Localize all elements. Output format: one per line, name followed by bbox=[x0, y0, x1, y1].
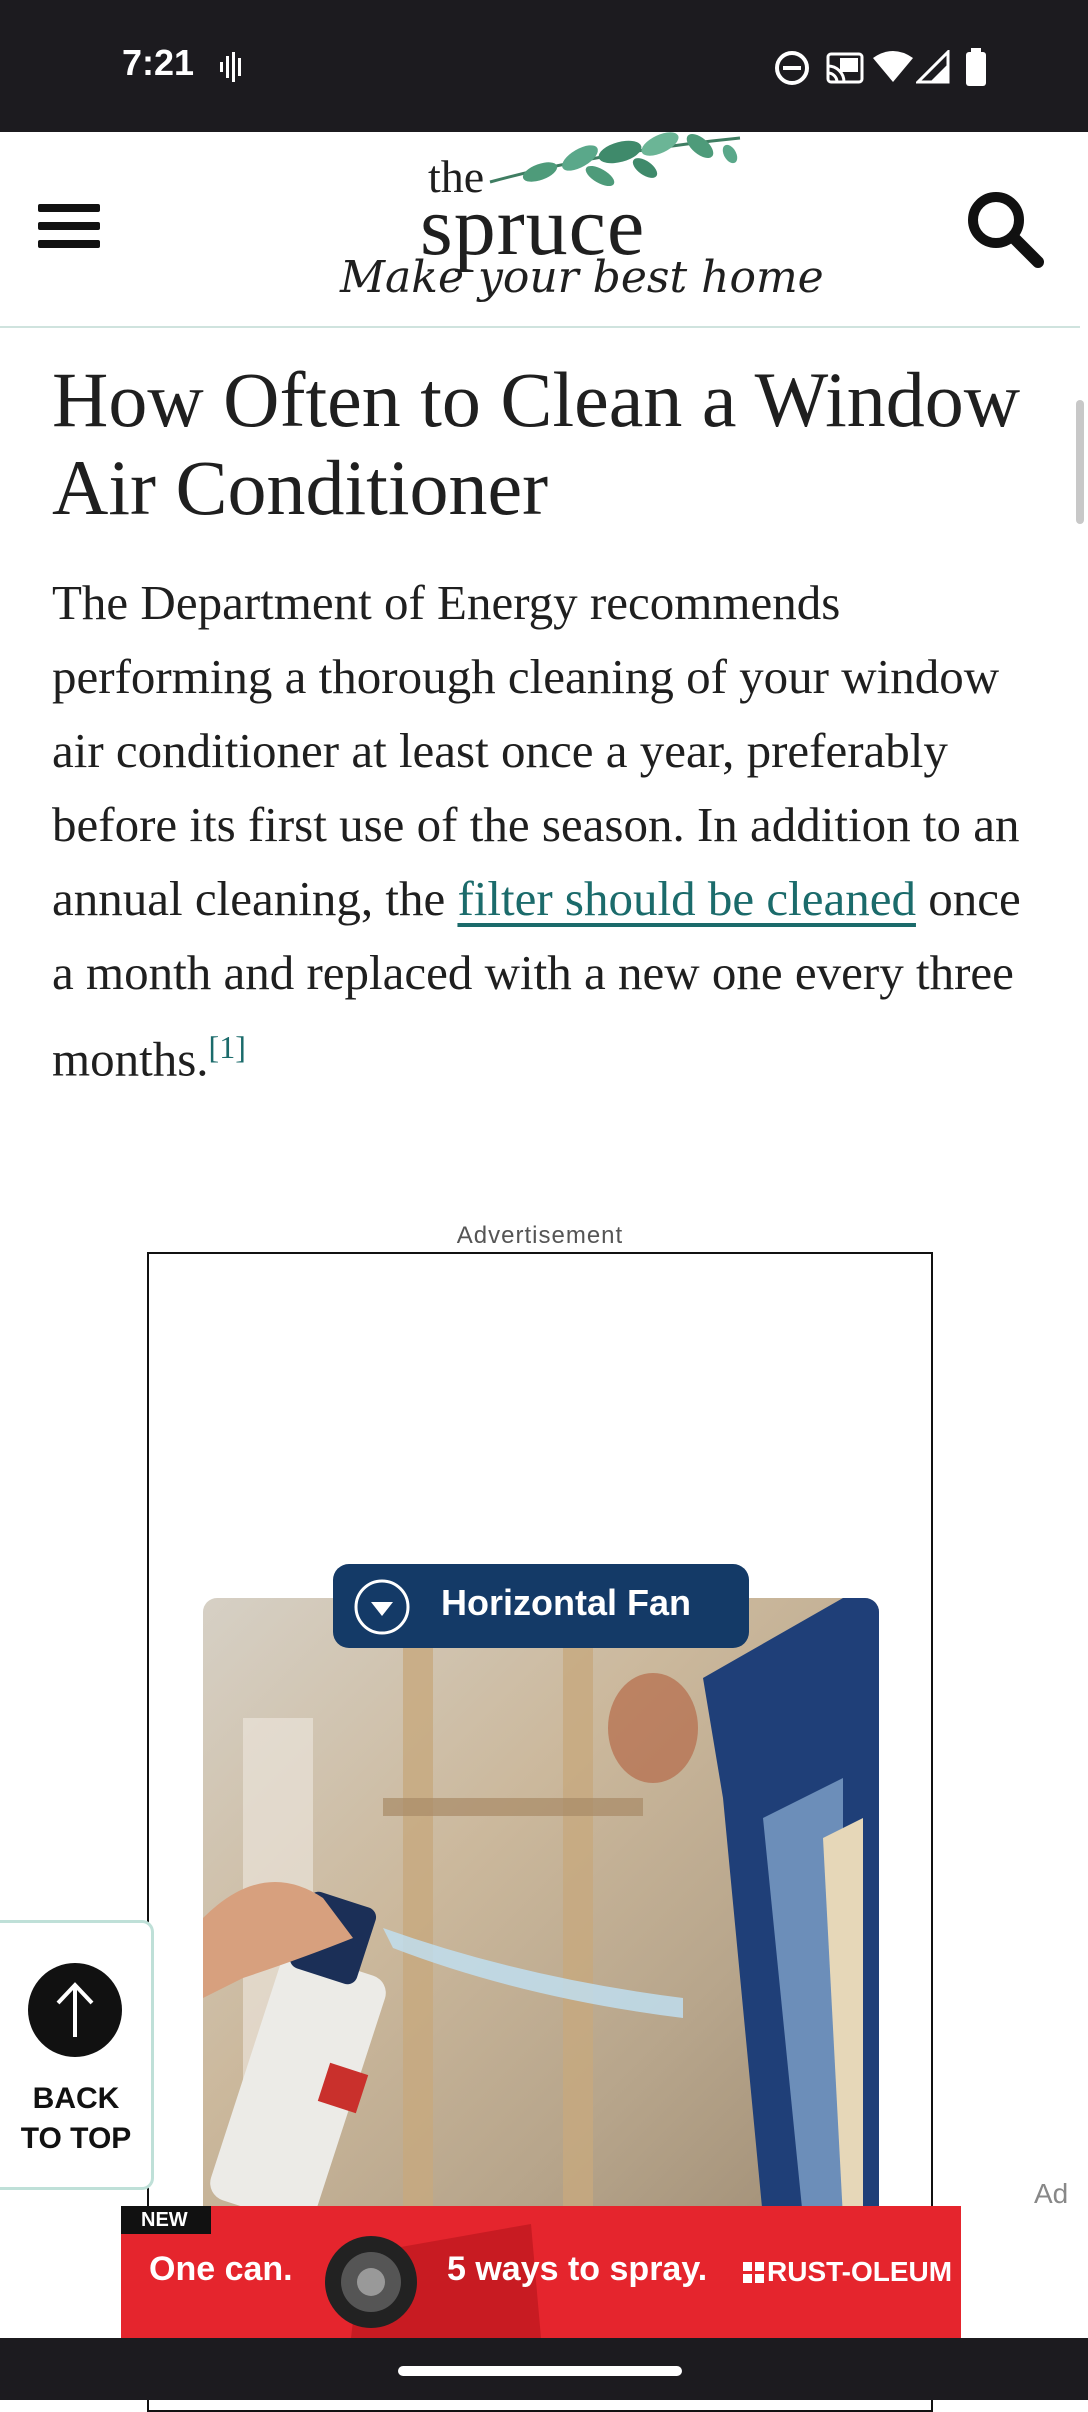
banner-new-badge: NEW bbox=[121, 2206, 211, 2234]
cast-icon bbox=[826, 52, 864, 84]
status-time: 7:21 bbox=[122, 42, 195, 83]
home-gesture-handle[interactable] bbox=[398, 2366, 682, 2376]
horizontal-fan-label: Horizontal Fan bbox=[441, 1582, 691, 1623]
wifi-icon bbox=[873, 51, 913, 82]
menu-icon bbox=[38, 204, 100, 212]
banner-ad[interactable]: NEW One can. 5 ways to spray. RUST-OLEUM bbox=[121, 2206, 961, 2338]
menu-button[interactable] bbox=[30, 196, 110, 256]
back-to-top-label: BACK TO TOP bbox=[0, 2079, 152, 2159]
logo-tagline: Make your best home bbox=[340, 252, 824, 303]
banner-text-ways: 5 ways to spray. bbox=[447, 2250, 708, 2288]
banner-text-one-can: One can. bbox=[149, 2250, 293, 2288]
menu-icon-bar bbox=[38, 222, 100, 230]
do-not-disturb-icon bbox=[775, 51, 809, 85]
filter-cleaning-link[interactable]: filter should be cleaned bbox=[457, 871, 916, 926]
ad-indicator[interactable]: Ad bbox=[1034, 2178, 1068, 2210]
back-to-top-button[interactable]: BACK TO TOP bbox=[0, 1920, 154, 2190]
status-bar: 7:21 bbox=[0, 0, 1088, 132]
rustoleum-logo-icon bbox=[743, 2262, 764, 2283]
article-title: How Often to Clean a Window Air Conditio… bbox=[52, 356, 1021, 531]
ad-image[interactable] bbox=[203, 1598, 879, 2218]
back-to-top-line2: TO TOP bbox=[20, 2122, 132, 2155]
horizontal-fan-button[interactable]: Horizontal Fan bbox=[333, 1564, 749, 1648]
spray-can-photo bbox=[203, 1598, 879, 2218]
article-paragraph: The Department of Energy recommends perf… bbox=[52, 566, 1052, 1096]
scrollbar[interactable] bbox=[1076, 400, 1084, 524]
back-to-top-line1: BACK bbox=[32, 2082, 120, 2115]
cellular-signal-icon bbox=[916, 50, 950, 84]
advertisement-label: Advertisement bbox=[456, 1222, 624, 1249]
menu-icon-bar bbox=[38, 240, 100, 248]
footnote-link[interactable]: [1] bbox=[209, 1029, 246, 1065]
battery-icon bbox=[966, 48, 986, 86]
arrow-up-icon bbox=[28, 1963, 122, 2057]
sound-wave-icon bbox=[220, 52, 241, 82]
banner-brand: RUST-OLEUM bbox=[767, 2256, 953, 2287]
search-icon[interactable] bbox=[966, 190, 1044, 268]
chevron-down-icon bbox=[354, 1579, 410, 1635]
